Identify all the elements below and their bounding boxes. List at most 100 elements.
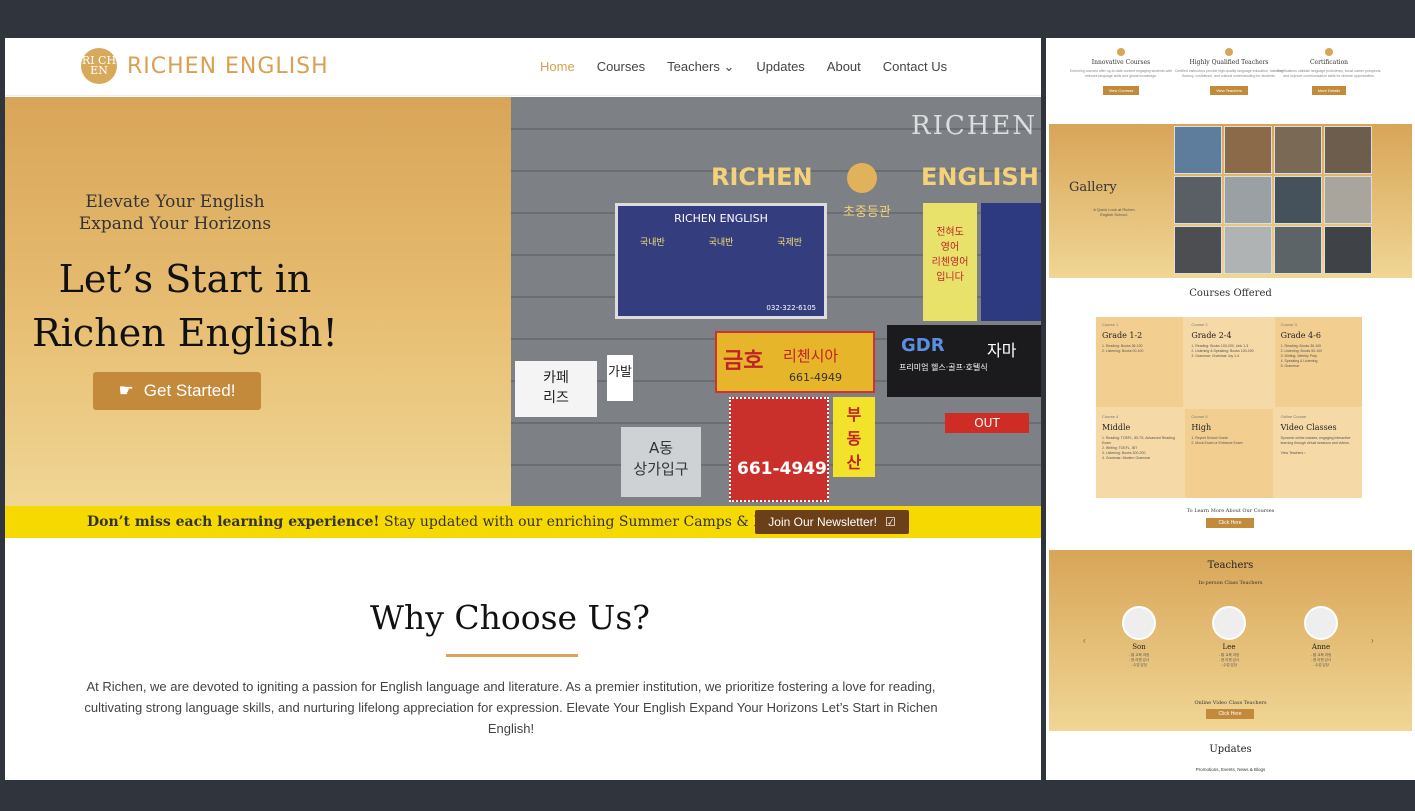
courses-offered-title: Courses Offered [1189, 288, 1272, 299]
hero-section: Elevate Your English Expand Your Horizon… [5, 97, 1041, 506]
course-number: Course 1 [1102, 322, 1119, 327]
gallery-thumb[interactable] [1174, 176, 1222, 224]
course-name: Grade 2-4 [1191, 331, 1232, 340]
gdr-sub: 프리미엄 헬스·골프·호텔식 [899, 363, 988, 372]
why-title: Why Choose Us? [370, 598, 650, 637]
building-logo-icon [847, 163, 877, 193]
kumho-sub: 리첸시아 [783, 347, 839, 365]
kumho-phone: 661-4949 [789, 371, 842, 384]
more-details-button[interactable]: More Details [1311, 86, 1347, 95]
course-name: Grade 4-6 [1280, 331, 1321, 340]
avatar [1304, 606, 1338, 640]
get-started-button[interactable]: ☛ Get Started! [93, 372, 261, 410]
gallery-thumb[interactable] [1174, 126, 1222, 174]
nav-contact[interactable]: Contact Us [883, 59, 947, 75]
hero-panel: Elevate Your English Expand Your Horizon… [5, 97, 511, 506]
gallery-thumb[interactable] [1324, 226, 1372, 274]
gallery-thumb[interactable] [1324, 126, 1372, 174]
gallery-thumb[interactable] [1274, 226, 1322, 274]
teacher-details: - 前 교육 과정 - 현 리첸 강사 - 수업 담당 [1218, 653, 1240, 667]
hero-headline-line-2: Richen English! [32, 311, 338, 355]
gallery-thumb[interactable] [1174, 226, 1222, 274]
info-board [981, 203, 1041, 321]
kumho-sign: 금호 리첸시아 661-4949 [715, 331, 875, 393]
banner-rest-text: Stay updated with our enriching Summer C… [379, 514, 807, 530]
course-card[interactable]: Course 1 Grade 1-2 1. Reading: Books 36-10… [1096, 317, 1184, 407]
nav-updates[interactable]: Updates [756, 59, 804, 75]
checkbox-icon: ☑ [884, 515, 896, 529]
poster-col-1: 국내반 [639, 238, 665, 248]
course-details: 1. Reading: Books 100-200, Link 1-3 2. L… [1191, 344, 1254, 358]
teachers-subtitle: In-person Class Teachers [1198, 580, 1263, 586]
course-number: Course 5 [1191, 413, 1208, 419]
building-sign-left: RICHEN [711, 163, 813, 191]
course-number: Course 3 [1280, 322, 1297, 327]
teacher-card[interactable]: Anne - 前 교육 과정 - 현 리첸 강사 - 수업 담당 [1291, 606, 1351, 668]
nav-teachers[interactable]: Teachers ⌄ [667, 59, 734, 75]
page-preview-panel: Innovative Courses Enriching courses off… [1046, 38, 1415, 780]
poster-title: RICHEN ENGLISH [674, 212, 768, 225]
kumho-title: 금호 [723, 349, 764, 374]
gallery-thumb[interactable] [1274, 126, 1322, 174]
teacher-name: Anne [1311, 643, 1331, 651]
avatar [1122, 606, 1156, 640]
nav-courses[interactable]: Courses [597, 59, 645, 75]
avatar [1212, 606, 1246, 640]
cafe-sign: 카페 리즈 [515, 361, 597, 417]
building-sign-right: ENGLISH [921, 163, 1039, 191]
poster-phone: 032-322-6105 [766, 304, 816, 312]
banner-bold-text: Don’t miss each learning experience! [87, 514, 380, 530]
course-name: Middle [1102, 422, 1131, 432]
course-card[interactable]: Online Course Video Classes Dynamic online… [1274, 408, 1362, 498]
courses-click-here-button[interactable]: Click Here [1206, 518, 1254, 528]
gallery-section: Gallery A Quick Look at Richen English S… [1049, 124, 1412, 278]
teacher-card[interactable]: Lee - 前 교육 과정 - 현 리첸 강사 - 수업 담당 [1199, 606, 1259, 668]
course-card[interactable]: Course 4 Middle 1. Reading: TOEFL, IELTS, … [1096, 408, 1184, 498]
online-teachers-text: Online Video Class Teachers [1194, 700, 1267, 706]
feature-title: Highly Qualified Teachers [1189, 59, 1269, 66]
online-click-here-button[interactable]: Click Here [1206, 709, 1254, 719]
feature-desc: Certified instructors provide high-quali… [1174, 69, 1284, 78]
wig-sign: 가발 [607, 355, 633, 401]
chevron-left-icon[interactable]: ‹ [1083, 636, 1086, 645]
teachers-title: Teachers [1207, 560, 1254, 571]
why-description: At Richen, we are devoted to igniting a … [84, 679, 938, 736]
gallery-thumb[interactable] [1224, 226, 1272, 274]
building-sign-sub: 초중등관 [843, 205, 891, 220]
course-details: 1. Reading: Books 36-100 2. Listening: B… [1280, 344, 1323, 368]
join-newsletter-button[interactable]: Join Our Newsletter! ☑ [755, 510, 909, 534]
nav-home[interactable]: Home [540, 59, 575, 75]
view-courses-button[interactable]: View Courses [1102, 86, 1140, 95]
updates-title: Updates [1209, 744, 1252, 755]
course-card[interactable]: Course 5 High 1. Report School Grade 2. Mo… [1185, 408, 1273, 498]
teacher-name: Lee [1222, 643, 1236, 651]
side-banner: 전혀도 영어 리첸영어 입니다 [923, 203, 977, 321]
crown-icon [1225, 48, 1233, 56]
gallery-thumb[interactable] [1274, 176, 1322, 224]
teacher-card[interactable]: Son - 前 교육 과정 - 현 리첸 강사 - 수업 담당 [1109, 606, 1169, 668]
out-sign: OUT [945, 413, 1029, 433]
feature-desc: Enriching courses offer up-to-date conte… [1070, 69, 1172, 78]
view-teachers-button[interactable]: View Teachers [1210, 86, 1248, 95]
brand-name: RICHEN ENGLISH [127, 53, 329, 79]
course-number: Course 2 [1191, 322, 1208, 327]
gallery-thumb[interactable] [1224, 176, 1272, 224]
medal-icon [1325, 48, 1333, 56]
feature-desc: Certifications validate language profici… [1276, 69, 1382, 78]
gdr-korean: 자마 [987, 341, 1017, 360]
shop-phone: 661-4949 [729, 397, 829, 502]
photo-watermark: RICHEN [911, 111, 1038, 141]
gallery-thumb[interactable] [1224, 126, 1272, 174]
chevron-right-icon[interactable]: › [1371, 636, 1374, 645]
logo[interactable]: RI CH EN RICHEN ENGLISH [81, 48, 329, 84]
nav-about[interactable]: About [827, 59, 861, 75]
feature-qualified-teachers: Highly Qualified Teachers Certified inst… [1174, 48, 1284, 97]
course-number: Online Course [1280, 413, 1307, 419]
course-details: Dynamic online classes, engaging interac… [1280, 435, 1351, 455]
hand-pointer-icon: ☛ [118, 381, 134, 400]
hero-tagline-2: Expand Your Horizons [78, 214, 272, 234]
course-card[interactable]: Course 2 Grade 2-4 1. Reading: Books 100-2… [1185, 317, 1273, 407]
entrance-sign: A동 상가입구 [621, 427, 701, 497]
course-card[interactable]: Course 3 Grade 4-6 1. Reading: Books 36-10… [1274, 317, 1362, 407]
gallery-thumb[interactable] [1324, 176, 1372, 224]
